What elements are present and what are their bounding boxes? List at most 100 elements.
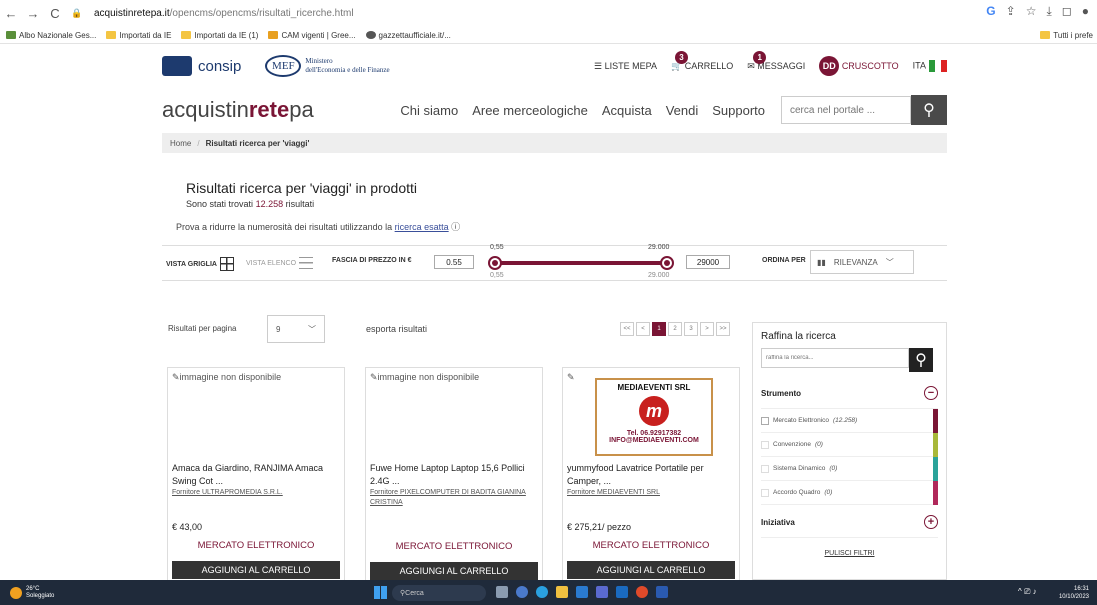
filter-sistema-dinamico[interactable]: Sistema Dinamico (0): [761, 457, 938, 481]
product-supplier[interactable]: Fornitore PIXELCOMPUTER DI BADITA GIANIN…: [370, 488, 538, 508]
add-to-cart-button[interactable]: AGGIUNGI AL CARRELLO: [370, 562, 538, 580]
page-2[interactable]: 2: [668, 322, 682, 336]
list-view-toggle[interactable]: VISTA ELENCO: [246, 257, 314, 269]
bookmark-3[interactable]: Importati da IE (1): [181, 31, 258, 40]
price-max-input[interactable]: 29000: [686, 255, 730, 269]
teams-icon[interactable]: [516, 586, 528, 598]
refine-search-button[interactable]: ⚲: [909, 348, 933, 372]
messages-link[interactable]: ✉ 1 MESSAGGI: [747, 50, 805, 72]
edge-icon[interactable]: [536, 586, 548, 598]
page-3[interactable]: 3: [684, 322, 698, 336]
mef-logo[interactable]: MEF Ministero dell'Economia e delle Finan…: [265, 55, 390, 77]
windows-start-icon[interactable]: [374, 586, 387, 599]
page-prev[interactable]: <: [636, 322, 650, 336]
forward-icon[interactable]: →: [22, 6, 44, 21]
download-icon[interactable]: ⤓: [1046, 4, 1051, 19]
expand-icon[interactable]: +: [924, 515, 938, 529]
widgets-icon[interactable]: [496, 586, 508, 598]
clock[interactable]: 16:31 10/10/2023: [1059, 585, 1089, 601]
page-first[interactable]: <<: [620, 322, 634, 336]
nav-chi-siamo[interactable]: Chi siamo: [400, 103, 458, 118]
grid-view-toggle[interactable]: VISTA GRIGLIA: [166, 257, 234, 271]
checkbox[interactable]: [761, 440, 769, 449]
collapse-icon[interactable]: −: [924, 386, 938, 400]
bookmark-1[interactable]: Albo Nazionale Ges...: [6, 31, 96, 40]
outlook-icon[interactable]: [616, 586, 628, 598]
list-icon: [299, 257, 314, 269]
product-card[interactable]: ✎immagine non disponibile Amaca da Giard…: [167, 367, 345, 587]
cart-link[interactable]: 🛒 3 CARRELLO: [671, 50, 733, 72]
messages-badge: 1: [753, 50, 767, 64]
bookmark-4[interactable]: CAM vigenti | Gree...: [268, 31, 356, 40]
page-last[interactable]: >>: [716, 322, 730, 336]
product-name[interactable]: yummyfood Lavatrice Portatile per Camper…: [567, 462, 735, 488]
back-icon[interactable]: ←: [0, 6, 22, 21]
checkbox[interactable]: [761, 488, 769, 497]
google-icon[interactable]: G: [986, 4, 995, 19]
price-slider-min-handle[interactable]: [488, 256, 502, 270]
weather-widget[interactable]: 26°C Soleggiato: [10, 586, 54, 600]
product-name[interactable]: Fuwe Home Laptop Laptop 15,6 Pollici 2.4…: [370, 462, 538, 488]
main-nav: acquistinretepa Chi siamo Aree merceolog…: [162, 88, 947, 132]
product-name[interactable]: Amaca da Giardino, RANJIMA Amaca Swing C…: [172, 462, 340, 488]
nav-vendi[interactable]: Vendi: [666, 103, 699, 118]
nav-acquista[interactable]: Acquista: [602, 103, 652, 118]
add-to-cart-button[interactable]: AGGIUNGI AL CARRELLO: [567, 561, 735, 579]
filter-mercato-elettronico[interactable]: Mercato Elettronico (12.258): [761, 409, 938, 433]
sort-select[interactable]: ▮▮ RILEVANZA ﹀: [810, 250, 914, 274]
nav-aree-merceologiche[interactable]: Aree merceologiche: [472, 103, 588, 118]
bookmark-2[interactable]: Importati da IE: [106, 31, 171, 40]
calendar-icon[interactable]: [576, 586, 588, 598]
url-field[interactable]: acquistinretepa.it/opencms/opencms/risul…: [94, 8, 354, 19]
app-icon[interactable]: [596, 586, 608, 598]
explorer-icon[interactable]: [556, 586, 568, 598]
product-card[interactable]: ✎immagine non disponibile Fuwe Home Lapt…: [365, 367, 543, 587]
product-supplier[interactable]: Fornitore ULTRAPROMEDIA S.R.L.: [172, 488, 340, 498]
language-selector[interactable]: ITA: [913, 60, 947, 72]
exact-search-link[interactable]: ricerca esatta: [395, 222, 449, 232]
search-button[interactable]: ⚲: [911, 95, 947, 125]
iniziativa-section[interactable]: Iniziativa +: [761, 515, 938, 538]
profile-icon[interactable]: ●: [1082, 4, 1089, 19]
product-card[interactable]: ✎ MEDIAEVENTI SRL m Tel. 06.92917382 INF…: [562, 367, 740, 587]
per-page-select[interactable]: 9 ﹀: [267, 315, 325, 343]
info-icon[interactable]: ⓘ: [451, 222, 460, 232]
liste-mepa-link[interactable]: ☰ LISTE MEPA: [594, 61, 657, 72]
export-results-link[interactable]: esporta risultati: [366, 324, 427, 334]
page-next[interactable]: >: [700, 322, 714, 336]
window-icon[interactable]: ◻: [1062, 4, 1072, 19]
bookmarks-bar: Albo Nazionale Ges... Importati da IE Im…: [0, 26, 1097, 44]
edit-icon[interactable]: ✎: [567, 372, 575, 383]
add-to-cart-button[interactable]: AGGIUNGI AL CARRELLO: [172, 561, 340, 579]
price-min-input[interactable]: 0.55: [434, 255, 474, 269]
browser-actions: G ⇪ ☆ ⤓ ◻ ●: [986, 4, 1089, 19]
checkbox[interactable]: [761, 416, 769, 425]
breadcrumb-home[interactable]: Home: [170, 139, 191, 148]
price-slider-track[interactable]: [496, 261, 666, 265]
word-icon[interactable]: [656, 586, 668, 598]
per-page-label: Risultati per pagina: [168, 324, 237, 333]
portal-search-input[interactable]: [781, 96, 911, 124]
clear-filters-link[interactable]: PULISCI FILTRI: [761, 550, 938, 557]
share-icon[interactable]: ⇪: [1006, 4, 1016, 19]
checkbox[interactable]: [761, 464, 769, 473]
strumento-section[interactable]: Strumento −: [761, 386, 938, 400]
brand-logo[interactable]: acquistinretepa: [162, 97, 314, 123]
bookmark-all[interactable]: Tutti i prefe: [1040, 31, 1093, 40]
cruscotto-link[interactable]: DD CRUSCOTTO: [819, 56, 899, 76]
price-slider-max-handle[interactable]: [660, 256, 674, 270]
taskbar-search[interactable]: ⚲ Cerca: [392, 585, 486, 601]
filter-accordo-quadro[interactable]: Accordo Quadro (0): [761, 481, 938, 505]
star-icon[interactable]: ☆: [1026, 4, 1037, 19]
chrome-icon[interactable]: [636, 586, 648, 598]
tray-icons[interactable]: ^ ⎚ ♪: [1018, 587, 1037, 597]
reload-icon[interactable]: C: [44, 6, 66, 21]
refine-search-input[interactable]: [761, 348, 909, 368]
page-1[interactable]: 1: [652, 322, 666, 336]
product-market: MERCATO ELETTRONICO: [592, 540, 710, 551]
nav-supporto[interactable]: Supporto: [712, 103, 765, 118]
consip-logo[interactable]: consip: [162, 56, 241, 76]
product-supplier[interactable]: Fornitore MEDIAEVENTI SRL: [567, 488, 735, 498]
bookmark-5[interactable]: gazzettaufficiale.it/...: [365, 31, 451, 40]
filter-convenzione[interactable]: Convenzione (0): [761, 433, 938, 457]
